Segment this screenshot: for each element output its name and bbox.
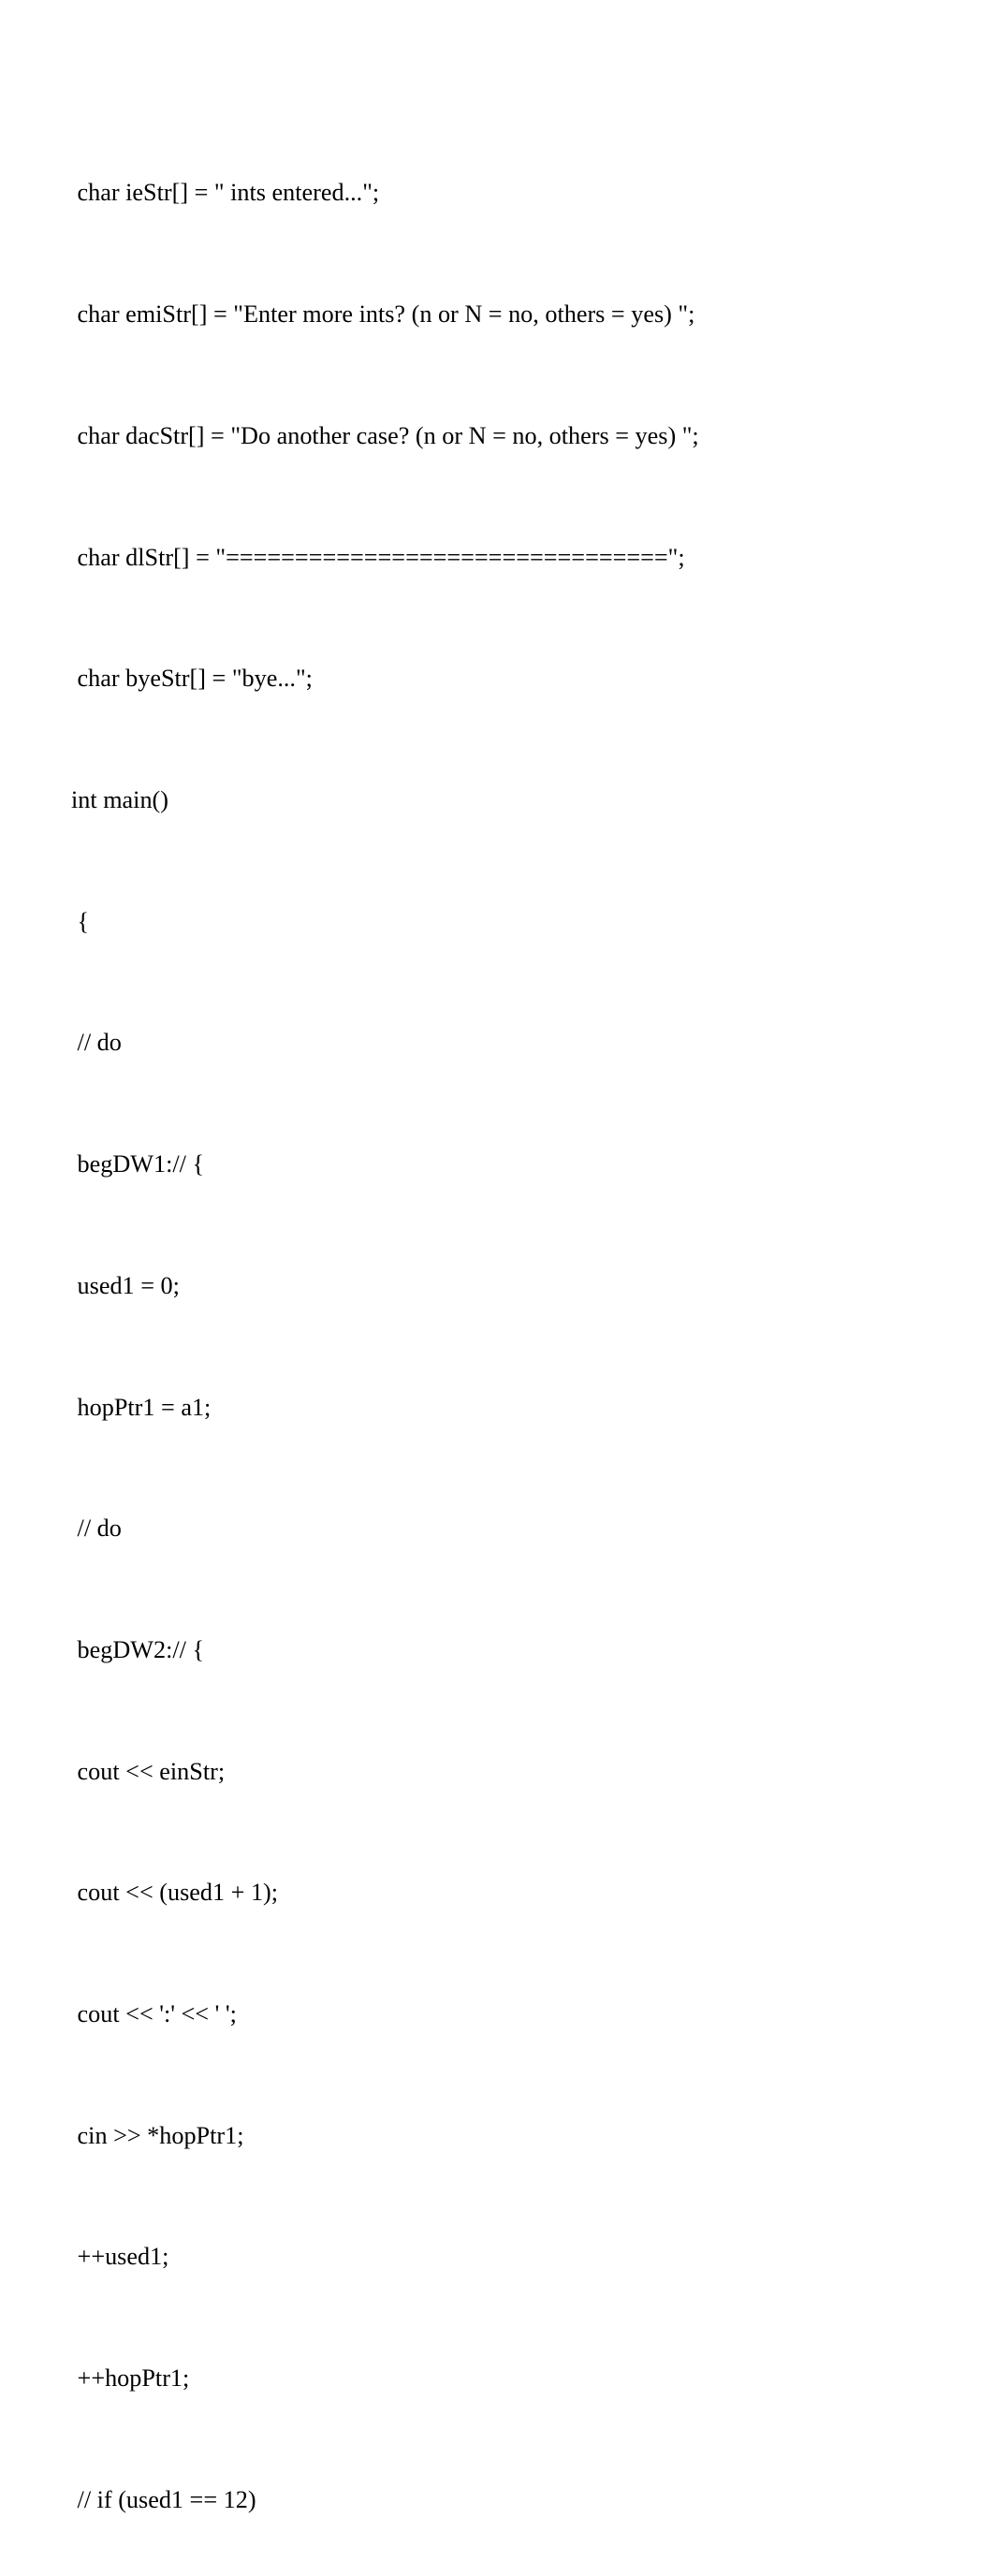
code-line: int main() <box>71 780 923 820</box>
code-line: ++hopPtr1; <box>71 2358 923 2398</box>
code-line: char dlStr[] = "========================… <box>71 537 923 578</box>
code-line: { <box>71 901 923 942</box>
code-line: char emiStr[] = "Enter more ints? (n or … <box>71 294 923 334</box>
code-line: char ieStr[] = " ints entered..."; <box>71 172 923 212</box>
code-line: // do <box>71 1022 923 1062</box>
code-line: // if (used1 == 12) <box>71 2480 923 2520</box>
code-line: ++used1; <box>71 2236 923 2276</box>
code-line: begDW2:// { <box>71 1630 923 1670</box>
code-line: cout << ':' << ' '; <box>71 1994 923 2034</box>
code-line: char dacStr[] = "Do another case? (n or … <box>71 416 923 456</box>
code-line: cin >> *hopPtr1; <box>71 2115 923 2156</box>
code-line: hopPtr1 = a1; <box>71 1387 923 1427</box>
code-listing: char ieStr[] = " ints entered..."; char … <box>71 92 923 2576</box>
code-line: cout << einStr; <box>71 1751 923 1792</box>
code-line: // do <box>71 1508 923 1548</box>
code-line: char byeStr[] = "bye..."; <box>71 658 923 698</box>
code-line: cout << (used1 + 1); <box>71 1872 923 1912</box>
code-line: begDW1:// { <box>71 1144 923 1184</box>
code-line: used1 = 0; <box>71 1266 923 1306</box>
